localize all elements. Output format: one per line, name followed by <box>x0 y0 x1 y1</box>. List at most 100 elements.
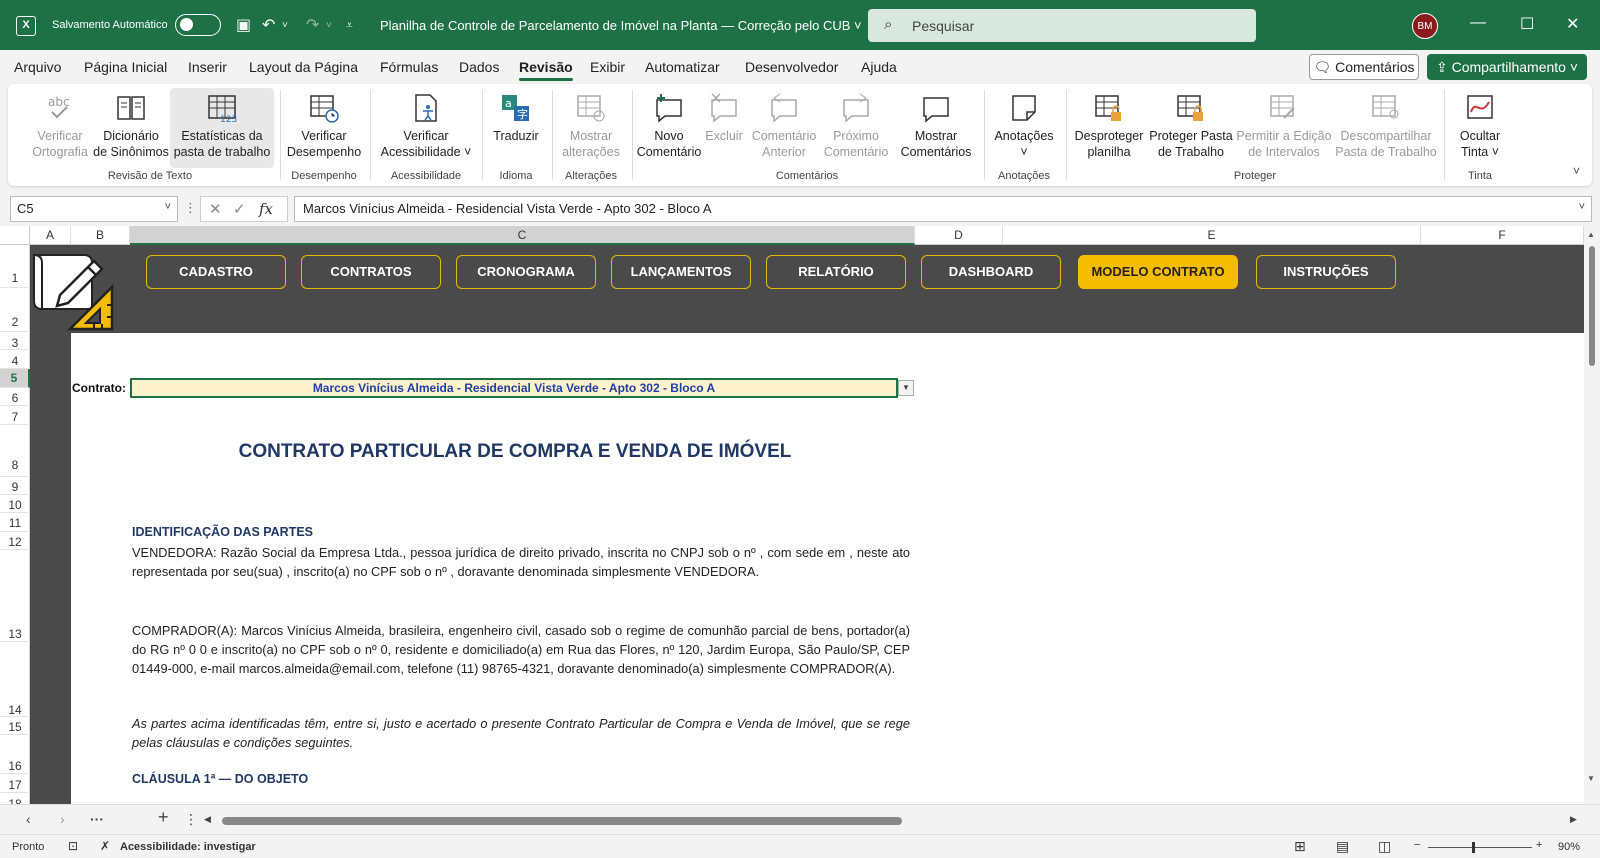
row-header-10[interactable]: 10 <box>0 495 30 513</box>
unprotect-sheet-button[interactable]: Desproteger planilha <box>1070 88 1148 160</box>
tab-exibir[interactable]: Exibir <box>590 59 625 75</box>
column-header-f[interactable]: F <box>1421 226 1584 245</box>
zoom-in-icon[interactable]: + <box>1536 839 1542 851</box>
add-sheet-icon[interactable]: + <box>158 807 169 828</box>
contrato-select-cell[interactable]: Marcos Vinícius Almeida - Residencial Vi… <box>130 378 898 398</box>
zoom-out-icon[interactable]: − <box>1414 839 1420 851</box>
row-header-7[interactable]: 7 <box>0 406 30 425</box>
minimize-icon[interactable]: — <box>1470 14 1486 32</box>
tab-automatizar[interactable]: Automatizar <box>645 59 720 75</box>
row-header-14[interactable]: 14 <box>0 642 30 717</box>
avatar[interactable]: BM <box>1412 13 1438 39</box>
row-header-5[interactable]: 5 <box>0 369 30 388</box>
row-header-15[interactable]: 15 <box>0 717 30 735</box>
column-header-e[interactable]: E <box>1003 226 1421 245</box>
nav-button-dashboard[interactable]: DASHBOARD <box>921 255 1061 289</box>
select-all-corner[interactable] <box>0 226 30 245</box>
autosave-toggle[interactable] <box>175 14 221 36</box>
zoom-slider-thumb[interactable] <box>1472 842 1475 853</box>
comments-button[interactable]: 🗨︎ Comentários <box>1309 54 1419 80</box>
delete-comment-button[interactable]: Excluir <box>702 88 746 144</box>
hide-ink-button[interactable]: Ocultar Tinta ˅ <box>1450 88 1510 160</box>
tab-arquivo[interactable]: Arquivo <box>14 59 61 75</box>
allow-edit-ranges-button[interactable]: Permitir a Edição de Intervalos <box>1234 88 1334 160</box>
nav-button-relatorio[interactable]: RELATÓRIO <box>766 255 906 289</box>
vertical-scroll-thumb[interactable] <box>1589 246 1595 366</box>
unshare-workbook-button[interactable]: Descompartilhar Pasta de Trabalho <box>1334 88 1438 160</box>
nav-button-cadastro[interactable]: CADASTRO <box>146 255 286 289</box>
row-header-17[interactable]: 17 <box>0 774 30 793</box>
previous-comment-button[interactable]: Comentário Anterior <box>748 88 820 160</box>
normal-view-icon[interactable]: ⊞ <box>1294 838 1306 855</box>
expand-formula-bar-icon[interactable]: ˅ <box>1579 201 1585 213</box>
tab-pagina-inicial[interactable]: Página Inicial <box>84 59 167 75</box>
horizontal-scroll-thumb[interactable] <box>222 817 902 825</box>
nav-button-contratos[interactable]: CONTRATOS <box>301 255 441 289</box>
protect-workbook-button[interactable]: Proteger Pasta de Trabalho <box>1148 88 1234 160</box>
ribbon-collapse-icon[interactable]: ˅ <box>1573 164 1580 178</box>
tab-ajuda[interactable]: Ajuda <box>861 59 897 75</box>
confirm-entry-icon[interactable]: ✓ <box>233 200 246 218</box>
next-sheet-icon[interactable]: › <box>60 811 65 827</box>
accessibility-button[interactable]: Verificar Acessibilidade ˅ <box>376 88 476 160</box>
maximize-icon[interactable]: ☐ <box>1520 14 1534 34</box>
document-title[interactable]: Planilha de Controle de Parcelamento de … <box>380 18 862 33</box>
tab-inserir[interactable]: Inserir <box>188 59 227 75</box>
formula-input[interactable]: Marcos Vinícius Almeida - Residencial Vi… <box>294 196 1592 222</box>
notes-button[interactable]: Anotações ˅ <box>988 88 1060 160</box>
sheet-options-icon[interactable]: ⋮ <box>184 811 198 828</box>
nav-button-lancamentos[interactable]: LANÇAMENTOS <box>611 255 751 289</box>
previous-sheet-icon[interactable]: ‹ <box>26 811 31 827</box>
undo-dropdown-icon[interactable]: ˅ <box>282 20 288 31</box>
accessibility-status-icon[interactable]: ✗ <box>100 839 110 853</box>
scroll-right-icon[interactable]: ▶ <box>1570 814 1577 825</box>
row-header-6[interactable]: 6 <box>0 388 30 406</box>
insert-function-icon[interactable]: fx <box>259 200 273 218</box>
close-icon[interactable]: ✕ <box>1566 14 1579 34</box>
row-header-12[interactable]: 12 <box>0 532 30 550</box>
vertical-scrollbar[interactable]: ▲ ▼ <box>1584 226 1600 804</box>
chevron-down-icon[interactable]: ˅ <box>165 201 171 213</box>
tab-layout-da-pagina[interactable]: Layout da Página <box>249 59 358 75</box>
page-layout-view-icon[interactable]: ▤ <box>1336 838 1349 855</box>
next-comment-button[interactable]: Próximo Comentário <box>820 88 892 160</box>
row-header-1[interactable]: 1 <box>0 245 30 288</box>
row-header-11[interactable]: 11 <box>0 513 30 532</box>
row-header-3[interactable]: 3 <box>0 332 30 350</box>
nav-button-instrucoes[interactable]: INSTRUÇÕES <box>1256 255 1396 289</box>
column-header-a[interactable]: A <box>30 226 71 245</box>
row-header-4[interactable]: 4 <box>0 350 30 369</box>
zoom-slider[interactable] <box>1428 847 1532 848</box>
column-header-b[interactable]: B <box>71 226 130 245</box>
customize-toolbar-icon[interactable]: ⩡ <box>346 18 353 33</box>
row-header-13[interactable]: 13 <box>0 550 30 642</box>
tab-revisao[interactable]: Revisão <box>519 59 573 81</box>
more-options-icon[interactable]: ⋮ <box>184 200 197 216</box>
tab-desenvolvedor[interactable]: Desenvolvedor <box>745 59 838 75</box>
more-sheets-icon[interactable]: ··· <box>90 811 104 827</box>
chevron-down-icon[interactable]: ▼ <box>898 380 914 396</box>
tab-formulas[interactable]: Fórmulas <box>380 59 438 75</box>
row-header-8[interactable]: 8 <box>0 425 30 477</box>
cancel-entry-icon[interactable]: ✕ <box>209 200 222 218</box>
scroll-left-icon[interactable]: ◀ <box>204 814 211 825</box>
row-header-2[interactable]: 2 <box>0 288 30 332</box>
horizontal-scrollbar[interactable] <box>212 814 1576 826</box>
redo-icon[interactable]: ↷ <box>306 15 319 35</box>
new-comment-button[interactable]: Novo Comentário <box>636 88 702 160</box>
show-changes-button[interactable]: Mostrar alterações <box>556 88 626 160</box>
share-button[interactable]: ⇪ Compartilhamento ˅ <box>1427 54 1587 80</box>
tab-dados[interactable]: Dados <box>459 59 499 75</box>
scroll-down-icon[interactable]: ▼ <box>1587 774 1595 783</box>
search-box[interactable]: ⌕ Pesquisar <box>868 9 1256 42</box>
row-header-18[interactable]: 18 <box>0 793 30 804</box>
row-header-16[interactable]: 16 <box>0 735 30 774</box>
redo-dropdown-icon[interactable]: ˅ <box>326 20 332 31</box>
thesaurus-button[interactable]: Dicionário de Sinônimos <box>88 88 174 160</box>
accessibility-status[interactable]: Acessibilidade: investigar <box>120 841 256 853</box>
scroll-up-icon[interactable]: ▲ <box>1587 230 1595 239</box>
macro-recording-icon[interactable]: ⊡ <box>68 839 78 853</box>
nav-button-modelo-contrato[interactable]: MODELO CONTRATO <box>1078 255 1238 289</box>
undo-icon[interactable]: ↶ <box>262 15 275 35</box>
row-header-9[interactable]: 9 <box>0 477 30 495</box>
